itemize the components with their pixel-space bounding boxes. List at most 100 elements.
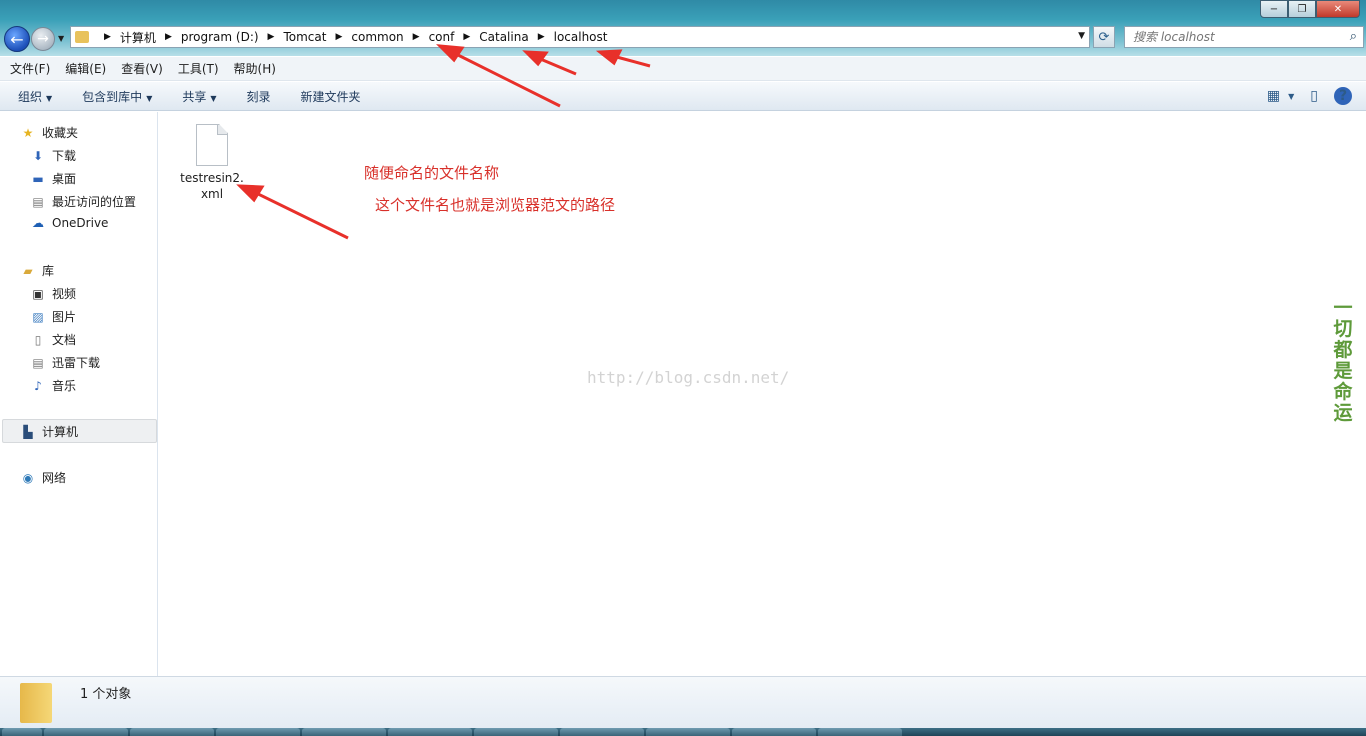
sidebar-item-computer[interactable]: ▙ 计算机 [20, 423, 78, 440]
sidebar-item-recent[interactable]: ▤ 最近访问的位置 [30, 193, 136, 210]
address-bar[interactable]: ▶ 计算机 ▶ program (D:) ▶ Tomcat ▶ common ▶… [70, 26, 1090, 48]
view-options-icon[interactable]: ▦ [1267, 88, 1280, 104]
breadcrumb-item-computer[interactable]: 计算机 [120, 29, 156, 46]
address-dropdown-icon[interactable]: ▼ [1078, 31, 1085, 41]
sidebar-item-label: 桌面 [52, 172, 77, 186]
sidebar-item-onedrive[interactable]: ☁ OneDrive [30, 216, 108, 230]
menu-tools[interactable]: 工具(T) [178, 60, 219, 77]
taskbar-button[interactable] [560, 728, 644, 736]
search-icon[interactable]: ⌕ [1350, 29, 1357, 44]
sidebar-item-label: OneDrive [52, 216, 109, 230]
menu-view[interactable]: 查看(V) [121, 60, 163, 77]
sidebar-item-label: 文档 [52, 333, 77, 347]
chevron-down-icon: ▼ [146, 93, 153, 103]
side-stamp: 一切都是命运 [1333, 297, 1353, 424]
organize-button[interactable]: 组织 ▼ [18, 88, 52, 105]
breadcrumb-item-catalina[interactable]: Catalina [479, 30, 528, 44]
sidebar-item-videos[interactable]: ▣ 视频 [30, 285, 76, 302]
sidebar-item-thunder-downloads[interactable]: ▤ 迅雷下载 [30, 354, 100, 371]
network-icon: ◉ [22, 470, 34, 485]
share-button[interactable]: 共享 ▼ [182, 88, 216, 105]
share-label: 共享 [182, 89, 207, 104]
sidebar-item-label: 计算机 [42, 425, 79, 439]
chevron-right-icon[interactable]: ▶ [413, 32, 420, 42]
breadcrumb-item-conf[interactable]: conf [429, 30, 455, 44]
breadcrumb-item-localhost[interactable]: localhost [554, 30, 608, 44]
chevron-down-icon: ▼ [46, 93, 53, 103]
sidebar-item-label: 视频 [52, 287, 77, 301]
start-button[interactable] [2, 728, 42, 736]
new-folder-button[interactable]: 新建文件夹 [301, 88, 361, 105]
breadcrumb-item-common[interactable]: common [351, 30, 403, 44]
chevron-right-icon[interactable]: ▶ [335, 32, 342, 42]
status-bar: 1 个对象 [0, 676, 1366, 728]
sidebar-item-libraries[interactable]: ▰ 库 [20, 262, 54, 279]
file-name: testresin2.xml [180, 171, 244, 201]
document-icon: ▯ [34, 332, 42, 347]
minimize-button[interactable]: − [1260, 0, 1288, 18]
breadcrumb-item-tomcat[interactable]: Tomcat [283, 30, 326, 44]
sidebar-item-documents[interactable]: ▯ 文档 [30, 331, 76, 348]
taskbar-button[interactable] [818, 728, 902, 736]
menu-file[interactable]: 文件(F) [10, 60, 50, 77]
maximize-button[interactable]: ❐ [1288, 0, 1316, 18]
film-icon: ▣ [32, 286, 44, 301]
view-controls: ▦ ▼ ▯ ? [1251, 87, 1352, 105]
star-icon: ★ [22, 125, 34, 140]
sidebar-item-label: 库 [42, 264, 55, 278]
refresh-button[interactable]: ⟳ [1093, 26, 1115, 48]
watermark: http://blog.csdn.net/ [587, 368, 790, 387]
music-note-icon: ♪ [34, 378, 42, 393]
cloud-icon: ☁ [32, 216, 44, 230]
taskbar-button[interactable] [216, 728, 300, 736]
xml-file-icon [196, 124, 228, 166]
menu-edit[interactable]: 编辑(E) [65, 60, 106, 77]
taskbar-button[interactable] [646, 728, 730, 736]
close-button[interactable]: ✕ [1316, 0, 1360, 18]
file-list[interactable]: testresin2.xml 随便命名的文件名称 这个文件名也就是浏览器范文的路… [159, 112, 1366, 676]
chevron-right-icon[interactable]: ▶ [165, 32, 172, 42]
burn-button[interactable]: 刻录 [247, 88, 271, 105]
back-arrow-icon: ← [10, 29, 24, 49]
title-bar: − ❐ ✕ ← → ▼ ▶ 计算机 ▶ program (D:) ▶ Tomca… [0, 0, 1366, 56]
chevron-right-icon[interactable]: ▶ [268, 32, 275, 42]
recent-pages-dropdown[interactable]: ▼ [58, 34, 64, 43]
new-folder-label: 新建文件夹 [300, 89, 361, 104]
window-controls: − ❐ ✕ [1260, 0, 1360, 18]
sidebar-item-favorites[interactable]: ★ 收藏夹 [20, 124, 78, 141]
library-icon: ▰ [23, 263, 33, 278]
sidebar-item-label: 迅雷下载 [52, 356, 101, 370]
sidebar-item-downloads[interactable]: ⬇ 下载 [30, 147, 76, 164]
preview-pane-icon[interactable]: ▯ [1310, 88, 1318, 104]
taskbar-button[interactable] [732, 728, 816, 736]
folder-icon [20, 683, 52, 723]
sidebar-item-label: 图片 [52, 310, 77, 324]
taskbar-button[interactable] [44, 728, 128, 736]
search-box[interactable]: ⌕ [1124, 26, 1364, 48]
include-in-library-button[interactable]: 包含到库中 ▼ [82, 88, 152, 105]
sidebar-item-pictures[interactable]: ▨ 图片 [30, 308, 76, 325]
sidebar-item-label: 收藏夹 [42, 126, 79, 140]
sidebar-item-label: 最近访问的位置 [52, 195, 137, 209]
menu-bar: 文件(F) 编辑(E) 查看(V) 工具(T) 帮助(H) [0, 57, 1366, 81]
taskbar-button[interactable] [388, 728, 472, 736]
chevron-down-icon[interactable]: ▼ [1288, 92, 1294, 101]
taskbar-button[interactable] [302, 728, 386, 736]
breadcrumb-item-drive[interactable]: program (D:) [181, 30, 259, 44]
file-item[interactable]: testresin2.xml [177, 124, 247, 202]
sidebar-item-desktop[interactable]: ▬ 桌面 [30, 170, 76, 187]
taskbar-button[interactable] [474, 728, 558, 736]
folder-icon [75, 31, 89, 43]
sidebar-item-network[interactable]: ◉ 网络 [20, 469, 66, 486]
menu-help[interactable]: 帮助(H) [234, 60, 276, 77]
chevron-right-icon[interactable]: ▶ [463, 32, 470, 42]
search-input[interactable] [1133, 30, 1333, 44]
taskbar-button[interactable] [130, 728, 214, 736]
sidebar-item-label: 音乐 [52, 379, 77, 393]
chevron-right-icon[interactable]: ▶ [104, 32, 111, 42]
forward-button[interactable]: → [31, 27, 55, 51]
help-icon[interactable]: ? [1334, 87, 1352, 105]
chevron-right-icon[interactable]: ▶ [538, 32, 545, 42]
back-button[interactable]: ← [4, 26, 30, 52]
sidebar-item-music[interactable]: ♪ 音乐 [30, 377, 76, 394]
